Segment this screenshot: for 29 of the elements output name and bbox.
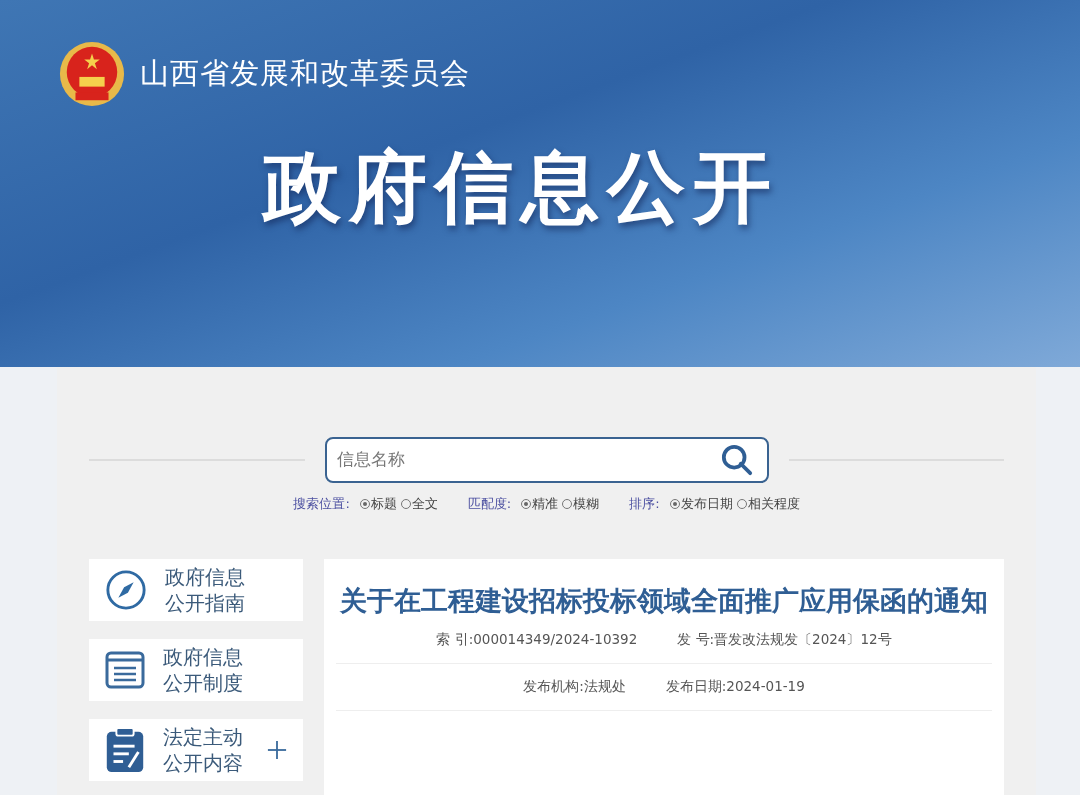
radio-option[interactable]: 模糊 xyxy=(562,495,600,513)
article-title: 关于在工程建设招标投标领域全面推广应用保函的通知 xyxy=(339,584,989,618)
clipboard-icon xyxy=(105,727,145,773)
search-field[interactable]: 信息名称 xyxy=(324,437,769,483)
meta-field: 发布日期:2024-01-19 xyxy=(665,678,805,696)
expand-icon[interactable] xyxy=(267,740,287,760)
banner-title: 政府信息公开 xyxy=(263,141,780,234)
sidebar-item[interactable]: 政府信息 公开制度 xyxy=(89,639,303,701)
compass-icon xyxy=(105,569,147,611)
radio-option[interactable]: 全文 xyxy=(400,495,438,513)
option-label: 匹配度: xyxy=(467,495,512,513)
sidebar-label: 政府信息 公开指南 xyxy=(165,564,246,616)
option-label: 搜索位置: xyxy=(293,495,350,513)
sidebar-item[interactable]: 政府信息 公开指南 xyxy=(89,559,303,621)
emblem-icon xyxy=(58,40,126,108)
sidebar-label: 政府信息 公开制度 xyxy=(163,644,244,696)
option-label: 排序: xyxy=(629,495,660,513)
radio-option[interactable]: 标题 xyxy=(359,495,397,513)
radio-option[interactable]: 精准 xyxy=(521,495,559,513)
meta-field: 索 引:000014349/2024-10392 xyxy=(436,631,638,649)
search-icon[interactable] xyxy=(720,444,753,476)
organization-name: 山西省发展和改革委员会 xyxy=(140,56,470,91)
list-icon xyxy=(105,650,145,690)
sidebar-label: 法定主动 公开内容 xyxy=(163,724,244,776)
meta-field: 发布机构:法规处 xyxy=(523,678,626,696)
radio-option[interactable]: 发布日期 xyxy=(669,495,733,513)
radio-option[interactable]: 相关程度 xyxy=(736,495,800,513)
sidebar-item[interactable]: 法定主动 公开内容 xyxy=(89,719,303,781)
meta-field: 发 号:晋发改法规发〔2024〕12号 xyxy=(677,631,892,649)
